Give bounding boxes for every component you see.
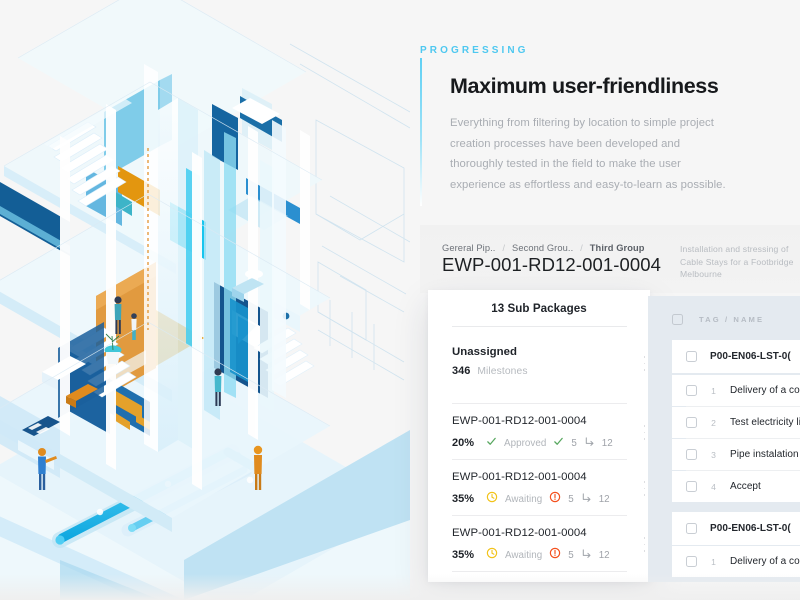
row-checkbox[interactable] bbox=[686, 385, 697, 396]
row-name: Pipe instalation bbox=[730, 449, 799, 460]
divider bbox=[452, 515, 627, 516]
content-panel: PROGRESSING Maximum user-friendliness Ev… bbox=[410, 0, 800, 600]
accent-bar bbox=[420, 58, 422, 206]
check-icon bbox=[553, 434, 564, 452]
divider bbox=[452, 571, 627, 572]
app-root: PROGRESSING Maximum user-friendliness Ev… bbox=[0, 0, 800, 600]
table-row[interactable]: 1 Delivery of a constr bbox=[672, 546, 800, 577]
row-index: 1 bbox=[711, 556, 716, 567]
table-row[interactable]: P00-EN06-LST-0( bbox=[672, 512, 800, 545]
row-index: 4 bbox=[711, 481, 716, 492]
divider bbox=[452, 326, 627, 327]
breadcrumb-item-2[interactable]: Second Grou.. bbox=[512, 243, 573, 253]
status-label: Approved bbox=[504, 437, 547, 449]
sub-package-item[interactable]: Unassigned 346 Milestones bbox=[452, 346, 646, 377]
package-id: EWP-001-RD12-001-0004 bbox=[442, 254, 662, 275]
divider bbox=[452, 459, 627, 460]
check-count: 5 bbox=[571, 437, 577, 449]
breadcrumb-separator: / bbox=[502, 243, 506, 253]
row-checkbox[interactable] bbox=[686, 449, 697, 460]
status-label: Awaiting bbox=[505, 549, 543, 561]
sub-package-name: EWP-001-RD12-001-0004 bbox=[452, 415, 587, 427]
alert-icon bbox=[549, 490, 561, 508]
status-label: Awaiting bbox=[505, 493, 543, 505]
select-all-checkbox[interactable] bbox=[672, 314, 683, 325]
alert-count: 5 bbox=[568, 549, 574, 561]
sub-packages-title: 13 Sub Packages bbox=[491, 302, 587, 315]
check-icon bbox=[486, 434, 497, 452]
sub-package-item[interactable]: EWP-001-RD12-001-0004 35% Awaiting 5 12 bbox=[452, 515, 646, 564]
subtask-count: 12 bbox=[598, 493, 610, 505]
alert-icon bbox=[549, 546, 561, 564]
sub-packages-card: 13 Sub Packages Unassigned 346 Milestone… bbox=[428, 290, 650, 582]
row-name: Delivery of a constr bbox=[730, 385, 800, 396]
progress-percent: 20% bbox=[452, 437, 475, 449]
alert-count: 5 bbox=[568, 493, 574, 505]
breadcrumb: Gereral Pip.. / Second Grou.. / Third Gr… bbox=[442, 243, 645, 253]
row-checkbox[interactable] bbox=[686, 523, 697, 534]
sub-package-item[interactable]: EWP-001-RD12-001-0004 35% Awaiting 5 12 bbox=[452, 459, 646, 508]
table-row[interactable]: 3 Pipe instalation bbox=[672, 439, 800, 470]
clock-icon bbox=[486, 546, 498, 564]
breadcrumb-item-3[interactable]: Third Group bbox=[590, 243, 645, 253]
row-checkbox[interactable] bbox=[686, 351, 697, 362]
page-title: Maximum user-friendliness bbox=[450, 74, 719, 98]
breadcrumb-item-1[interactable]: Gereral Pip.. bbox=[442, 243, 496, 253]
row-checkbox[interactable] bbox=[686, 481, 697, 492]
table-row[interactable]: 4 Accept bbox=[672, 471, 800, 502]
row-name: Accept bbox=[730, 481, 761, 492]
row-name: P00-EN06-LST-0( bbox=[710, 351, 791, 362]
row-index: 2 bbox=[711, 417, 716, 428]
milestone-label: Milestones bbox=[477, 365, 528, 377]
subtask-count: 12 bbox=[598, 549, 610, 561]
clock-icon bbox=[486, 490, 498, 508]
status-eyebrow: PROGRESSING bbox=[420, 45, 529, 56]
more-options-icon[interactable] bbox=[643, 425, 646, 440]
row-name: Delivery of a constr bbox=[730, 556, 800, 567]
row-index: 1 bbox=[711, 385, 716, 396]
more-options-icon[interactable] bbox=[643, 537, 646, 552]
isometric-building-illustration bbox=[0, 0, 410, 600]
progress-percent: 35% bbox=[452, 549, 475, 561]
sub-package-name: EWP-001-RD12-001-0004 bbox=[452, 527, 587, 539]
sub-package-item[interactable]: EWP-001-RD12-001-0004 20% Approved 5 12 bbox=[452, 403, 646, 452]
package-description: Installation and stressing of Cable Stay… bbox=[680, 244, 794, 279]
sub-package-name: Unassigned bbox=[452, 346, 518, 358]
row-checkbox[interactable] bbox=[686, 556, 697, 567]
column-header-tag-name: TAG / NAME bbox=[699, 315, 765, 324]
row-index: 3 bbox=[711, 449, 716, 460]
table-row[interactable]: P00-EN06-LST-0( bbox=[672, 340, 800, 373]
sub-package-name: EWP-001-RD12-001-0004 bbox=[452, 471, 587, 483]
subtask-arrow-icon bbox=[581, 490, 592, 508]
table-header-row: TAG / NAME bbox=[672, 314, 764, 325]
subtask-count: 12 bbox=[601, 437, 613, 449]
more-options-icon[interactable] bbox=[643, 481, 646, 496]
task-table-panel: TAG / NAME P00-EN06-LST-0( 1 Delivery of… bbox=[648, 296, 800, 582]
milestone-count: 346 bbox=[452, 365, 471, 377]
row-checkbox[interactable] bbox=[686, 417, 697, 428]
progress-percent: 35% bbox=[452, 493, 475, 505]
table-row[interactable]: 2 Test electricity line bbox=[672, 407, 800, 438]
divider bbox=[452, 403, 627, 404]
page-description: Everything from filtering by location to… bbox=[450, 117, 726, 191]
row-name: Test electricity line bbox=[730, 417, 800, 428]
row-name: P00-EN06-LST-0( bbox=[710, 523, 791, 534]
more-options-icon[interactable] bbox=[643, 356, 646, 371]
breadcrumb-separator: / bbox=[580, 243, 583, 253]
table-row[interactable]: 1 Delivery of a constr bbox=[672, 375, 800, 406]
subtask-arrow-icon bbox=[581, 546, 592, 564]
subtask-arrow-icon bbox=[584, 434, 595, 452]
